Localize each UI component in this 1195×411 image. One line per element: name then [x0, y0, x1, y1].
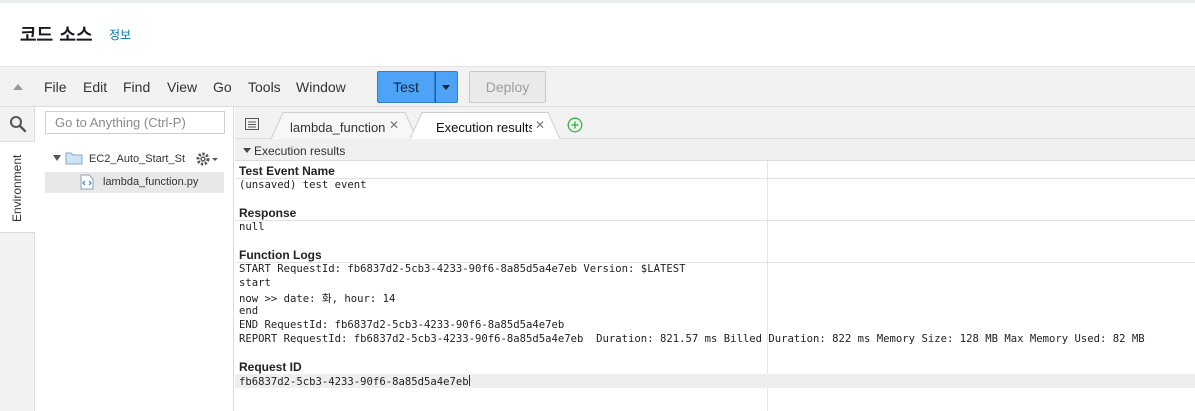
menu-view[interactable]: View — [167, 79, 197, 95]
menu-tools[interactable]: Tools — [248, 79, 281, 95]
function-logs-heading: Function Logs — [239, 248, 322, 262]
close-icon[interactable]: ✕ — [389, 118, 399, 132]
search-icon[interactable] — [0, 107, 35, 139]
ide-menubar: File Edit Find View Go Tools Window Test… — [0, 66, 1195, 107]
close-icon[interactable]: ✕ — [535, 118, 545, 132]
text-cursor — [468, 375, 470, 386]
divider — [235, 220, 1195, 221]
test-dropdown-button[interactable] — [435, 71, 458, 103]
tab-execution-results-label: Execution results — [436, 120, 532, 135]
info-link[interactable]: 정보 — [109, 26, 131, 43]
python-file-icon — [80, 174, 94, 190]
test-event-name-heading: Test Event Name — [239, 164, 335, 178]
log-line: START RequestId: fb6837d2-5cb3-4233-90f6… — [239, 263, 686, 275]
file-tree-panel: EC2_Auto_Start_Stop lambda_function.py — [35, 107, 234, 411]
left-rail: Environment — [0, 107, 35, 411]
section-header: 코드 소스 정보 — [0, 3, 1195, 66]
log-line: REPORT RequestId: fb6837d2-5cb3-4233-90f… — [239, 333, 1145, 345]
environment-tab-label: Environment — [10, 154, 24, 222]
go-to-anything-input[interactable] — [45, 111, 225, 134]
collapse-up-icon[interactable] — [10, 81, 26, 93]
folder-label: EC2_Auto_Start_Stop — [89, 153, 185, 165]
test-button[interactable]: Test — [377, 71, 435, 103]
tab-execution-results[interactable]: Execution results ✕ — [410, 112, 560, 139]
tabs-menu-icon[interactable] — [245, 118, 259, 130]
tree-file-row[interactable]: lambda_function.py — [45, 172, 224, 193]
execution-results-panel: Execution results Test Event Name (unsav… — [235, 139, 1195, 411]
tab-lambda-function-label: lambda_function — [290, 120, 386, 135]
menu-find[interactable]: Find — [123, 79, 150, 95]
menu-file[interactable]: File — [44, 79, 67, 95]
request-id-line[interactable]: fb6837d2-5cb3-4233-90f6-8a85d5a4e7eb — [239, 375, 470, 388]
request-id-heading: Request ID — [239, 360, 302, 374]
tree-folder-row[interactable]: EC2_Auto_Start_Stop — [45, 149, 227, 171]
response-value: null — [239, 221, 265, 233]
gear-icon[interactable] — [195, 150, 221, 168]
log-line: END RequestId: fb6837d2-5cb3-4233-90f6-8… — [239, 319, 565, 331]
add-tab-icon[interactable] — [567, 117, 583, 133]
execution-results-header[interactable]: Execution results — [235, 139, 1195, 161]
execution-results-title: Execution results — [254, 144, 346, 158]
log-line: now >> date: 화, hour: 14 — [239, 293, 396, 305]
log-line: end — [239, 305, 259, 317]
menu-go[interactable]: Go — [213, 79, 232, 95]
caret-down-icon[interactable] — [243, 148, 251, 153]
request-id-value: fb6837d2-5cb3-4233-90f6-8a85d5a4e7eb — [239, 376, 469, 388]
menu-edit[interactable]: Edit — [83, 79, 107, 95]
log-line: start — [239, 277, 271, 289]
caret-down-icon[interactable] — [53, 155, 61, 161]
deploy-button[interactable]: Deploy — [469, 71, 546, 103]
divider — [235, 178, 1195, 179]
tab-lambda-function[interactable]: lambda_function ✕ — [271, 112, 417, 139]
page-title: 코드 소스 — [20, 25, 93, 46]
folder-icon — [65, 152, 83, 165]
editor-tabbar: lambda_function ✕ Execution results ✕ — [235, 107, 1195, 139]
environment-tab[interactable]: Environment — [0, 141, 35, 233]
file-label: lambda_function.py — [103, 176, 199, 188]
response-heading: Response — [239, 206, 297, 220]
test-event-name-value: (unsaved) test event — [239, 179, 367, 191]
menu-window[interactable]: Window — [296, 79, 346, 95]
lambda-code-source-window: 코드 소스 정보 File Edit Find View Go Tools Wi… — [0, 0, 1195, 411]
